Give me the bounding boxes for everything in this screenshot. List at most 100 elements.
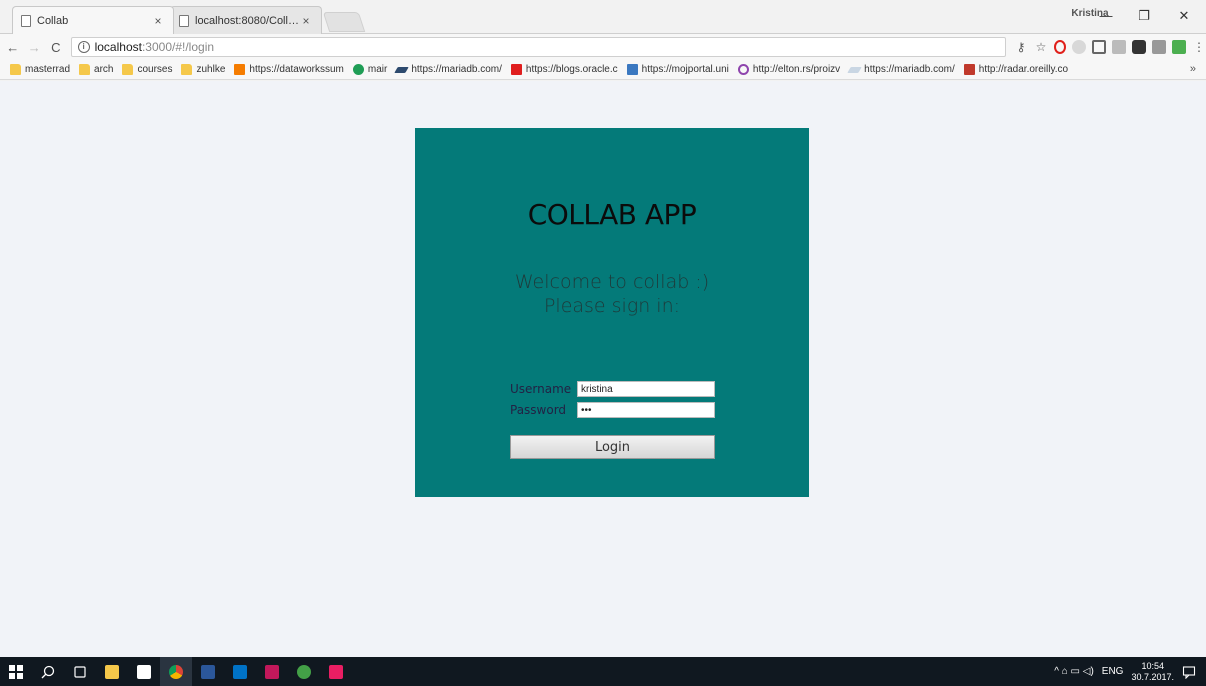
taskbar-ide[interactable] <box>320 657 352 686</box>
portal-favicon-icon <box>626 64 638 75</box>
new-tab-button[interactable] <box>322 12 366 32</box>
extension-icon[interactable] <box>1131 40 1146 54</box>
close-window-button[interactable]: ✕ <box>1164 4 1204 28</box>
page-icon <box>179 14 189 27</box>
folder-icon <box>181 64 193 75</box>
extension-icon[interactable] <box>1151 40 1166 54</box>
page-icon <box>21 14 31 27</box>
tab-close-icon[interactable]: × <box>151 14 165 28</box>
login-button[interactable]: Login <box>510 435 715 459</box>
password-input[interactable] <box>577 402 715 418</box>
opera-extension-icon[interactable] <box>1053 40 1066 54</box>
taskbar-outlook[interactable] <box>224 657 256 686</box>
welcome-line-1: Welcome to collab :) <box>514 271 710 293</box>
app-title: COLLAB APP <box>527 198 697 231</box>
bookmark-mojportal[interactable]: https://mojportal.uni <box>626 64 729 75</box>
taskbar-hs[interactable] <box>288 657 320 686</box>
username-input[interactable] <box>577 381 715 397</box>
word-icon <box>201 664 215 679</box>
mariadb-favicon-icon <box>847 66 862 73</box>
browser-tab-strip: Collab × localhost:8080/Collapp/ × Krist… <box>0 0 1206 34</box>
extension-icon[interactable] <box>1071 40 1086 54</box>
intellij-icon <box>265 664 279 679</box>
task-view-button[interactable] <box>64 657 96 686</box>
folder-icon <box>79 64 91 75</box>
tab-collab[interactable]: Collab × <box>12 6 174 34</box>
login-card: COLLAB APP Welcome to collab :) Please s… <box>415 128 809 497</box>
bookmark-arch[interactable]: arch <box>79 64 113 75</box>
taskbar-word[interactable] <box>192 657 224 686</box>
notification-icon[interactable] <box>1182 665 1196 679</box>
taskbar-chrome[interactable] <box>160 657 192 686</box>
password-label: Password <box>510 403 567 417</box>
start-button[interactable] <box>0 657 32 686</box>
dataworks-favicon-icon <box>234 64 246 75</box>
system-tray: ^ ⌂ ▭ ◁) ENG 10:54 30.7.2017. <box>1054 657 1206 686</box>
tab-title: localhost:8080/Collapp/ <box>195 14 299 27</box>
clock-date: 30.7.2017. <box>1131 671 1174 682</box>
bookmarks-overflow-icon[interactable]: » <box>1190 63 1196 75</box>
chrome-icon <box>169 664 183 679</box>
browser-toolbar: ← → C i localhost:3000/#!/login ⚷ ☆ ⋮ <box>0 34 1206 60</box>
windows-taskbar: ^ ⌂ ▭ ◁) ENG 10:54 30.7.2017. <box>0 657 1206 686</box>
bookmark-masterrad[interactable]: masterrad <box>10 64 70 75</box>
extension-icon[interactable] <box>1111 40 1126 54</box>
reload-icon[interactable]: C <box>47 40 65 55</box>
url-host: localhost <box>94 40 142 54</box>
extension-icon[interactable] <box>1171 40 1186 54</box>
oracle-favicon-icon <box>510 64 522 75</box>
url-path: :3000/#!/login <box>141 40 215 54</box>
elton-favicon-icon <box>737 64 749 75</box>
forward-arrow-icon[interactable]: → <box>26 40 44 55</box>
taskbar-intellij[interactable] <box>256 657 288 686</box>
bookmark-dataworks[interactable]: https://dataworkssum <box>234 64 344 75</box>
site-info-icon[interactable]: i <box>77 41 90 53</box>
bookmark-mair[interactable]: mair <box>352 64 387 75</box>
star-icon[interactable]: ☆ <box>1034 40 1048 54</box>
toolbar-icons: ⚷ ☆ ⋮ <box>1014 40 1206 54</box>
folder-icon <box>105 664 119 679</box>
folder-icon <box>122 64 134 75</box>
mariadb-favicon-icon <box>394 66 410 73</box>
ide-icon <box>329 664 343 679</box>
clock-time: 10:54 <box>1141 660 1164 671</box>
windows-logo-icon <box>9 664 23 679</box>
clock[interactable]: 10:54 30.7.2017. <box>1131 661 1174 683</box>
bookmark-mariadb[interactable]: https://mariadb.com/ <box>394 64 502 75</box>
extension-icon[interactable] <box>1091 40 1106 54</box>
bookmark-zuhlke[interactable]: zuhlke <box>181 64 225 75</box>
hs-app-icon <box>297 664 311 679</box>
tab-localhost-8080[interactable]: localhost:8080/Collapp/ × <box>170 6 322 34</box>
search-icon <box>41 665 55 678</box>
bookmark-oracle-blogs[interactable]: https://blogs.oracle.c <box>510 64 618 75</box>
bookmark-mariadb-2[interactable]: https://mariadb.com/ <box>847 64 955 75</box>
page-viewport: COLLAB APP Welcome to collab :) Please s… <box>0 81 1206 657</box>
tab-title: Collab <box>37 14 69 27</box>
tab-close-icon[interactable]: × <box>299 14 313 28</box>
taskbar-file-explorer[interactable] <box>96 657 128 686</box>
taskbar-store[interactable] <box>128 657 160 686</box>
outlook-icon <box>233 664 247 679</box>
task-view-icon <box>74 665 86 678</box>
bookmark-elton[interactable]: http://elton.rs/proizv <box>737 64 840 75</box>
address-bar[interactable]: i localhost:3000/#!/login <box>70 37 1006 57</box>
folder-icon <box>10 64 21 75</box>
kebab-menu-icon[interactable]: ⋮ <box>1192 40 1206 54</box>
welcome-line-2: Please sign in: <box>543 295 681 317</box>
key-icon[interactable]: ⚷ <box>1014 40 1028 54</box>
mair-favicon-icon <box>352 64 364 75</box>
username-label: Username <box>510 382 572 396</box>
bookmarks-bar: masterrad arch courses zuhlke https://da… <box>0 60 1206 80</box>
minimize-button[interactable]: — <box>1086 4 1126 28</box>
bookmark-oreilly-radar[interactable]: http://radar.oreilly.co <box>963 64 1068 75</box>
language-indicator[interactable]: ENG <box>1102 666 1124 677</box>
username-row: Username <box>510 380 720 398</box>
restore-button[interactable]: ❐ <box>1124 4 1164 28</box>
tray-icons[interactable]: ^ ⌂ ▭ ◁) <box>1054 666 1094 677</box>
welcome-message: Welcome to collab :) Please sign in: <box>415 270 809 318</box>
bookmark-courses[interactable]: courses <box>122 64 172 75</box>
password-row: Password <box>510 401 720 419</box>
back-arrow-icon[interactable]: ← <box>4 40 22 55</box>
oreilly-favicon-icon <box>963 64 975 75</box>
search-button[interactable] <box>32 657 64 686</box>
